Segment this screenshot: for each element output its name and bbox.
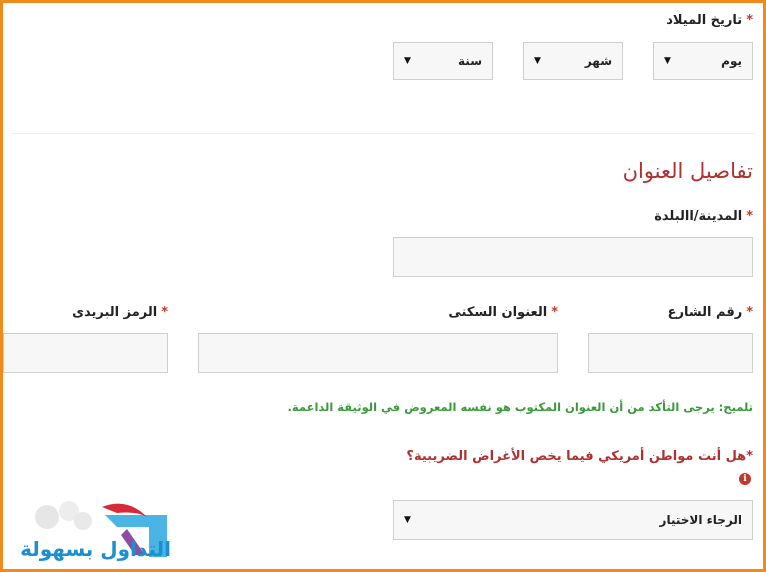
address-hint: تلميح: يرجى التأكد من أن العنوان المكتوب… [287,400,753,414]
city-input[interactable] [393,237,753,277]
logo-text: التداول بسهولة [20,537,171,561]
watermark-logo: التداول بسهولة [17,497,177,567]
birth-day-select[interactable]: يوم ▼ [653,42,753,80]
tax-status-value: الرجاء الاختيار [659,513,742,527]
birth-date-label: *تاريخ الميلاد [666,13,753,28]
birth-year-value: سنة [458,54,482,68]
required-mark: * [746,13,753,28]
residential-address-label: *العنوان السكنى [448,305,558,320]
address-section-title: تفاصيل العنوان [622,159,753,183]
city-label: *المدينة/االبلدة [654,209,753,224]
info-icon[interactable]: i [739,473,751,485]
caret-down-icon: ▼ [534,56,541,66]
birth-month-select[interactable]: شهر ▼ [523,42,623,80]
caret-down-icon: ▼ [664,56,671,66]
street-number-input[interactable] [588,333,753,373]
street-number-label: *رقم الشارع [667,305,753,320]
residential-address-input[interactable] [198,333,558,373]
caret-down-icon: ▼ [404,56,411,66]
birth-year-select[interactable]: سنة ▼ [393,42,493,80]
tax-status-select[interactable]: الرجاء الاختيار ▼ [393,500,753,540]
caret-down-icon: ▼ [404,515,411,525]
postal-code-input[interactable] [3,333,168,373]
birth-day-value: يوم [721,54,742,68]
tax-question: *هل أنت مواطن أمريكي فيما يخص الأغراض ال… [406,449,753,464]
section-divider [11,133,755,134]
birth-month-value: شهر [584,54,612,68]
postal-code-label: *الرمز البريدى [72,305,168,320]
